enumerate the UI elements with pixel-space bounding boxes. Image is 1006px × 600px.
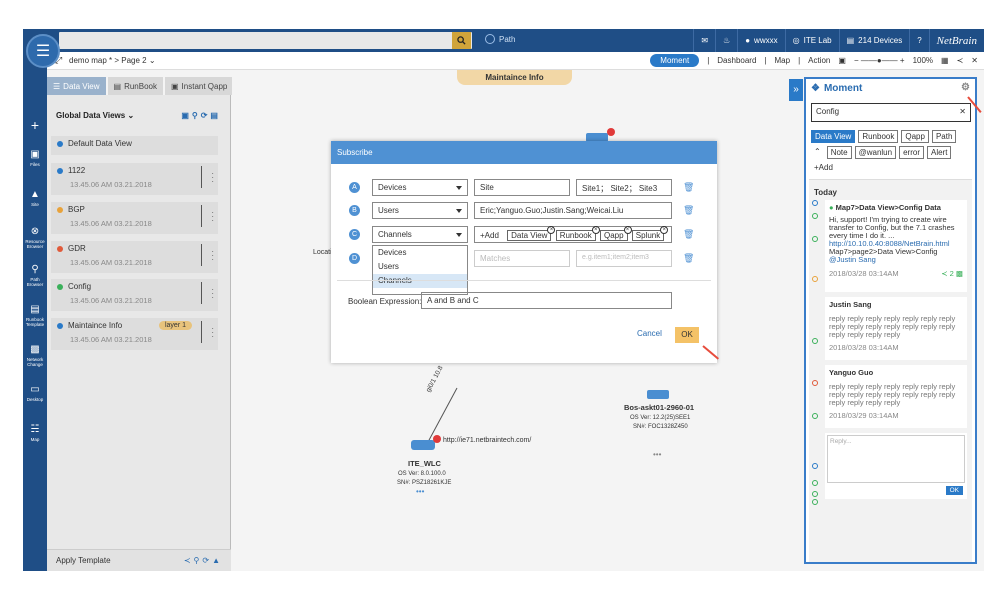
ok-button[interactable]: OK	[675, 327, 699, 343]
condition-value-input[interactable]: Eric;Yanguo.Guo;Justin.Sang;Weicai.Liu	[474, 202, 672, 219]
modal-backdrop: Subscribe A Devices Site Site1； Site2； S…	[0, 0, 1006, 600]
condition-row-c: C Channels +Add Data View × Runbook × Qapp…	[331, 224, 717, 243]
boolean-label: Boolean Expression:	[348, 297, 422, 306]
remove-icon[interactable]: ×	[591, 226, 600, 234]
dropdown-option[interactable]: Users	[373, 260, 467, 274]
delete-icon[interactable]: 🗑	[683, 253, 694, 264]
condition-row-a: A Devices Site Site1； Site2； Site3 🗑	[331, 177, 717, 196]
delete-icon[interactable]: 🗑	[683, 229, 694, 240]
menu-icon[interactable]: ☰	[26, 34, 60, 68]
dialog-title: Subscribe	[331, 141, 717, 164]
condition-type-select[interactable]: Users	[372, 202, 468, 219]
channel-chip-input[interactable]: +Add Data View × Runbook × Qapp × Splunk ×	[474, 226, 672, 243]
remove-icon[interactable]: ×	[547, 226, 556, 234]
condition-type-select[interactable]: Devices	[372, 179, 468, 196]
channel-chip: Splunk ×	[631, 226, 669, 241]
subscribe-dialog: Subscribe A Devices Site Site1； Site2； S…	[331, 141, 717, 363]
remove-icon[interactable]: ×	[623, 226, 632, 234]
cancel-button[interactable]: Cancel	[637, 329, 662, 338]
condition-row-b: B Users Eric;Yanguo.Guo;Justin.Sang;Weic…	[331, 200, 717, 219]
dropdown-option[interactable]: Channels	[373, 274, 467, 288]
matches-input[interactable]: Matches	[474, 250, 570, 267]
condition-extra-input[interactable]: Site1； Site2； Site3	[576, 179, 672, 196]
channel-chip: Runbook ×	[555, 226, 600, 241]
add-channel-button[interactable]: +Add	[480, 231, 499, 240]
remove-icon[interactable]: ×	[660, 226, 669, 234]
boolean-expression-input[interactable]: A and B and C	[421, 292, 672, 309]
chevron-down-icon	[456, 233, 462, 237]
items-input[interactable]: e.g.item1;item2;item3	[576, 250, 672, 267]
condition-type-dropdown[interactable]: Devices Users Channels	[372, 245, 468, 295]
annotation-arrow	[967, 96, 982, 113]
dropdown-option[interactable]: Devices	[373, 246, 467, 260]
delete-icon[interactable]: 🗑	[683, 205, 694, 216]
chevron-down-icon	[456, 209, 462, 213]
condition-type-select[interactable]: Channels	[372, 226, 468, 243]
chevron-down-icon	[456, 186, 462, 190]
channel-chip: Data View ×	[507, 226, 556, 241]
channel-chip: Qapp ×	[599, 226, 632, 241]
condition-value-input[interactable]: Site	[474, 179, 570, 196]
delete-icon[interactable]: 🗑	[683, 182, 694, 193]
